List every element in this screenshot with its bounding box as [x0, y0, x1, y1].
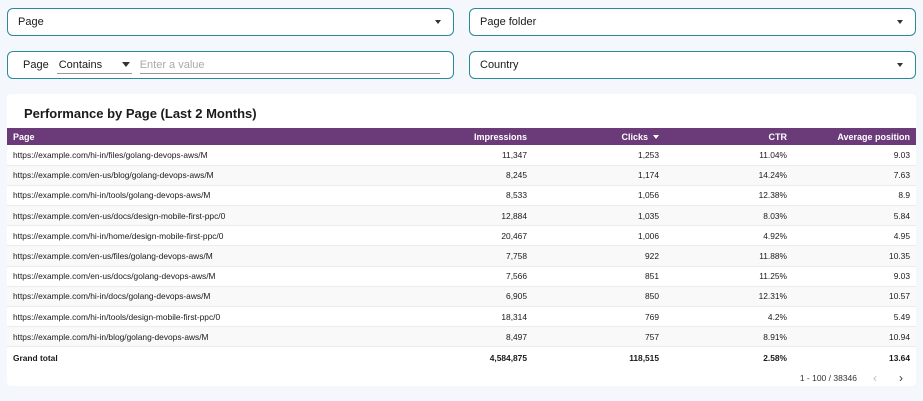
cell-impressions: 8,533 [506, 190, 527, 201]
cell-page[interactable]: https://example.com/hi-in/files/golang-d… [7, 145, 307, 165]
column-header-clicks-label: Clicks [621, 131, 648, 142]
total-ctr: 2.58% [763, 353, 787, 364]
caret-down-icon [121, 62, 130, 67]
table-row[interactable]: https://example.com/en-us/files/golang-d… [7, 245, 916, 267]
table-row[interactable]: https://example.com/hi-in/files/golang-d… [7, 145, 916, 166]
total-impressions: 4,584,875 [489, 353, 527, 364]
cell-ctr: 11.04% [759, 149, 787, 160]
cell-ctr: 14.24% [758, 170, 787, 181]
cell-page[interactable]: https://example.com/hi-in/tools/golang-d… [7, 185, 307, 205]
cell-page[interactable]: https://example.com/hi-in/blog/golang-de… [7, 327, 307, 347]
pagination: 1 - 100 / 38346 ‹ › [800, 371, 909, 385]
cell-average-position: 5.84 [893, 210, 910, 221]
cell-impressions: 6,905 [506, 291, 527, 302]
page-dropdown[interactable]: Page [7, 8, 454, 36]
cell-ctr: 12.31% [758, 291, 787, 302]
cell-page[interactable]: https://example.com/en-us/files/golang-d… [7, 246, 307, 266]
caret-down-icon [435, 20, 441, 24]
total-clicks: 118,515 [629, 353, 659, 364]
cell-average-position: 7.63 [893, 170, 910, 181]
cell-average-position: 8.9 [898, 190, 910, 201]
cell-ctr: 12.38% [758, 190, 787, 201]
cell-ctr: 4.92% [763, 230, 787, 241]
cell-impressions: 8,497 [506, 331, 527, 342]
cell-clicks: 1,056 [638, 190, 659, 201]
table-row[interactable]: https://example.com/hi-in/tools/design-m… [7, 307, 916, 327]
cell-clicks: 922 [645, 251, 659, 262]
cell-average-position: 10.57 [889, 291, 910, 302]
page-filter-label: Page [23, 59, 49, 71]
performance-card: Performance by Page (Last 2 Months) Page… [7, 94, 916, 386]
table-row[interactable]: https://example.com/en-us/docs/golang-de… [7, 266, 916, 287]
cell-impressions: 12,884 [501, 210, 527, 221]
cell-average-position: 10.35 [889, 251, 910, 262]
total-label: Grand total [13, 353, 58, 364]
cell-ctr: 11.25% [759, 271, 787, 282]
page-folder-dropdown-label: Page folder [480, 16, 537, 28]
page-dropdown-label: Page [18, 16, 44, 28]
cell-ctr: 11.88% [759, 251, 787, 262]
column-header-average-position[interactable]: Average position [793, 128, 916, 145]
cell-average-position: 4.95 [893, 230, 910, 241]
cell-clicks: 1,006 [638, 230, 659, 241]
table-row[interactable]: https://example.com/en-us/docs/design-mo… [7, 205, 916, 226]
table-row[interactable]: https://example.com/hi-in/tools/golang-d… [7, 185, 916, 206]
column-header-impressions[interactable]: Impressions [307, 128, 533, 145]
cell-impressions: 18,314 [501, 311, 527, 322]
chevron-right-icon[interactable]: › [893, 371, 909, 385]
cell-clicks: 769 [645, 311, 659, 322]
cell-average-position: 5.49 [893, 311, 910, 322]
cell-clicks: 757 [645, 331, 659, 342]
grand-total-row: Grand total 4,584,875 118,515 2.58% 13.6… [7, 347, 916, 369]
cell-clicks: 851 [645, 271, 659, 282]
cell-impressions: 11,347 [502, 149, 527, 160]
pagination-range: 1 - 100 / 38346 [799, 373, 857, 383]
cell-page[interactable]: https://example.com/hi-in/tools/design-m… [7, 307, 307, 327]
performance-table: Page Impressions Clicks CTR Average posi… [7, 128, 916, 369]
total-average-position: 13.64 [889, 353, 910, 364]
cell-average-position: 9.03 [893, 149, 910, 160]
cell-impressions: 7,758 [506, 251, 527, 262]
page-filter: Page Contains [7, 51, 454, 79]
page-filter-value-input[interactable] [139, 56, 440, 74]
cell-impressions: 8,245 [506, 170, 527, 181]
caret-down-icon [897, 63, 903, 67]
country-dropdown-label: Country [480, 59, 519, 71]
chevron-left-icon[interactable]: ‹ [867, 371, 883, 385]
cell-page[interactable]: https://example.com/en-us/docs/golang-de… [7, 266, 307, 286]
column-header-ctr[interactable]: CTR [665, 128, 793, 145]
cell-impressions: 7,566 [506, 271, 527, 282]
cell-page[interactable]: https://example.com/en-us/docs/design-mo… [7, 206, 307, 226]
cell-page[interactable]: https://example.com/hi-in/home/design-mo… [7, 226, 307, 246]
page-filter-operator-select[interactable]: Contains [56, 57, 132, 74]
page-filter-operator-value: Contains [58, 58, 103, 71]
table-row[interactable]: https://example.com/hi-in/home/design-mo… [7, 226, 916, 246]
sort-desc-icon [653, 135, 659, 140]
column-header-clicks[interactable]: Clicks [533, 128, 665, 145]
cell-impressions: 20,467 [501, 230, 527, 241]
cell-clicks: 1,174 [638, 170, 659, 181]
table-row[interactable]: https://example.com/en-us/blog/golang-de… [7, 165, 916, 186]
page-folder-dropdown[interactable]: Page folder [469, 8, 916, 36]
table-row[interactable]: https://example.com/hi-in/blog/golang-de… [7, 326, 916, 347]
cell-average-position: 10.94 [889, 331, 910, 342]
table-header-row: Page Impressions Clicks CTR Average posi… [7, 128, 916, 145]
cell-ctr: 8.91% [763, 331, 787, 342]
cell-average-position: 9.03 [893, 271, 910, 282]
cell-page[interactable]: https://example.com/en-us/blog/golang-de… [7, 165, 307, 185]
cell-clicks: 1,035 [638, 210, 659, 221]
cell-ctr: 4.2% [767, 311, 787, 322]
caret-down-icon [897, 20, 903, 24]
cell-ctr: 8.03% [763, 210, 787, 221]
table-row[interactable]: https://example.com/hi-in/docs/golang-de… [7, 286, 916, 307]
cell-clicks: 1,253 [638, 149, 659, 160]
country-dropdown[interactable]: Country [469, 51, 916, 79]
cell-page[interactable]: https://example.com/hi-in/docs/golang-de… [7, 286, 307, 306]
column-header-page[interactable]: Page [7, 128, 307, 145]
cell-clicks: 850 [645, 291, 659, 302]
table-title: Performance by Page (Last 2 Months) [24, 106, 257, 121]
